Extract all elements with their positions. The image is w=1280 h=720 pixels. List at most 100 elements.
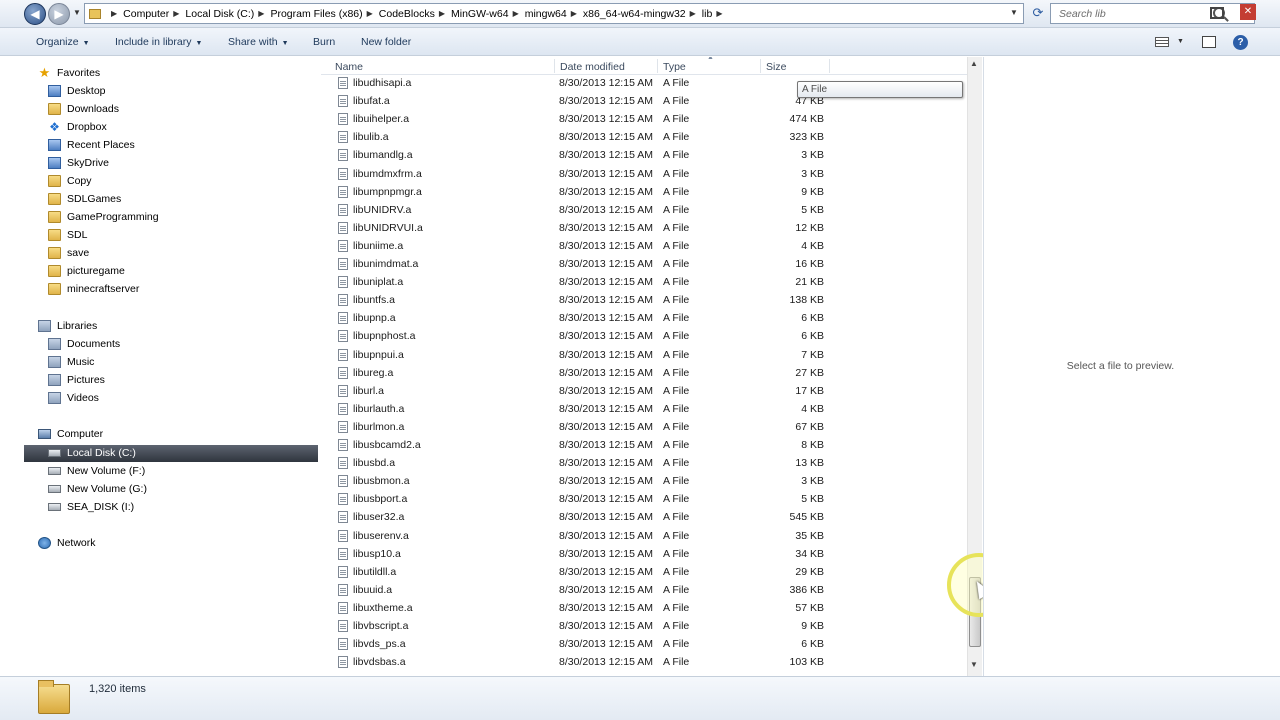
breadcrumb-mingw64[interactable]: mingw64 (525, 8, 567, 20)
chevron-right-icon[interactable]: ▶ (173, 9, 179, 18)
column-header-name[interactable]: Name (335, 61, 363, 73)
chevron-down-icon[interactable]: ▼ (1177, 38, 1184, 45)
table-row[interactable]: libusp10.a 8/30/2013 12:15 AM A File 34 KB (321, 545, 967, 563)
table-row[interactable]: libuxtheme.a 8/30/2013 12:15 AM A File 57 K… (321, 599, 967, 617)
nav-dropbox[interactable]: ❖ Dropbox (48, 119, 107, 135)
organize-button[interactable]: Organize ▼ (36, 36, 90, 48)
column-divider[interactable] (760, 59, 761, 73)
nav-picturegame[interactable]: picturegame (48, 263, 125, 279)
help-icon[interactable]: ? (1233, 35, 1248, 50)
chevron-right-icon[interactable]: ▶ (513, 9, 519, 18)
table-row[interactable]: libusbport.a 8/30/2013 12:15 AM A File 5 KB (321, 490, 967, 508)
back-button[interactable]: ◀ (24, 3, 46, 25)
breadcrumb-local-disk[interactable]: Local Disk (C:) (185, 8, 254, 20)
share-with-button[interactable]: Share with ▼ (228, 36, 289, 48)
forward-button[interactable]: ▶ (48, 3, 70, 25)
table-row[interactable]: libumpnpmgr.a 8/30/2013 12:15 AM A File 9 K… (321, 183, 967, 201)
nav-new-volume-f[interactable]: New Volume (F:) (48, 463, 145, 479)
table-row[interactable]: libuihelper.a 8/30/2013 12:15 AM A File 474… (321, 110, 967, 128)
chevron-right-icon[interactable]: ▶ (571, 9, 577, 18)
chevron-right-icon[interactable]: ▶ (367, 9, 373, 18)
table-row[interactable]: libuuid.a 8/30/2013 12:15 AM A File 386 KB (321, 581, 967, 599)
table-row[interactable]: libuniplat.a 8/30/2013 12:15 AM A File 21 K… (321, 273, 967, 291)
search-input[interactable]: Search lib (1050, 3, 1255, 24)
breadcrumb[interactable]: ▶ Computer ▶ Local Disk (C:) ▶ Program F… (84, 3, 1024, 24)
table-row[interactable]: libuntfs.a 8/30/2013 12:15 AM A File 138 KB (321, 291, 967, 309)
breadcrumb-program-files[interactable]: Program Files (x86) (270, 8, 362, 20)
table-row[interactable]: libvbscript.a 8/30/2013 12:15 AM A File 9 K… (321, 617, 967, 635)
breadcrumb-x86-64[interactable]: x86_64-w64-mingw32 (583, 8, 686, 20)
chevron-right-icon[interactable]: ▶ (439, 9, 445, 18)
nav-copy[interactable]: Copy (48, 173, 92, 189)
table-row[interactable]: liburlauth.a 8/30/2013 12:15 AM A File 4 KB (321, 400, 967, 418)
table-row[interactable]: libvdsbas.a 8/30/2013 12:15 AM A File 103 K… (321, 653, 967, 671)
nav-recent-places[interactable]: Recent Places (48, 137, 135, 153)
include-in-library-button[interactable]: Include in library ▼ (115, 36, 202, 48)
table-row[interactable]: libusbmon.a 8/30/2013 12:15 AM A File 3 KB (321, 472, 967, 490)
breadcrumb-lib[interactable]: lib (702, 8, 713, 20)
column-divider[interactable] (554, 59, 555, 73)
column-header-size[interactable]: Size (766, 61, 786, 73)
nav-libraries[interactable]: Libraries (38, 318, 97, 334)
scroll-down-icon[interactable]: ▼ (970, 660, 978, 669)
table-row[interactable]: libulib.a 8/30/2013 12:15 AM A File 323 KB (321, 128, 967, 146)
chevron-right-icon[interactable]: ▶ (690, 9, 696, 18)
nav-music[interactable]: Music (48, 354, 94, 370)
nav-documents[interactable]: Documents (48, 336, 120, 352)
change-view-icon[interactable] (1155, 37, 1169, 47)
table-row[interactable]: libvds_ps.a 8/30/2013 12:15 AM A File 6 KB (321, 635, 967, 653)
nav-minecraftserver[interactable]: minecraftserver (48, 281, 139, 297)
new-folder-button[interactable]: New folder (361, 36, 411, 48)
chevron-right-icon[interactable]: ▶ (258, 9, 264, 18)
nav-sdlgames[interactable]: SDLGames (48, 191, 121, 207)
nav-downloads[interactable]: Downloads (48, 101, 119, 117)
nav-desktop[interactable]: Desktop (48, 83, 106, 99)
nav-videos[interactable]: Videos (48, 390, 99, 406)
nav-sea-disk[interactable]: SEA_DISK (I:) (48, 499, 134, 515)
nav-save[interactable]: save (48, 245, 89, 261)
refresh-icon[interactable]: ⟳ (1030, 5, 1046, 21)
nav-computer[interactable]: Computer (38, 426, 103, 442)
table-row[interactable]: libureg.a 8/30/2013 12:15 AM A File 27 KB (321, 364, 967, 382)
breadcrumb-codeblocks[interactable]: CodeBlocks (379, 8, 435, 20)
nav-favorites[interactable]: ★ Favorites (38, 65, 101, 81)
chevron-right-icon[interactable]: ▶ (111, 9, 117, 18)
table-row[interactable]: liburl.a 8/30/2013 12:15 AM A File 17 KB (321, 382, 967, 400)
address-history-dropdown-icon[interactable]: ▼ (1010, 8, 1018, 17)
table-row[interactable]: libumdmxfrm.a 8/30/2013 12:15 AM A File 3 K… (321, 165, 967, 183)
table-row[interactable]: liburlmon.a 8/30/2013 12:15 AM A File 67 KB (321, 418, 967, 436)
column-header-date[interactable]: Date modified (560, 61, 625, 73)
nav-sdl[interactable]: SDL (48, 227, 87, 243)
breadcrumb-computer[interactable]: Computer (123, 8, 169, 20)
recent-pages-dropdown-icon[interactable]: ▼ (73, 8, 81, 17)
nav-local-disk[interactable]: Local Disk (C:) (48, 445, 136, 461)
nav-pictures[interactable]: Pictures (48, 372, 105, 388)
table-row[interactable]: libUNIDRV.a 8/30/2013 12:15 AM A File 5 KB (321, 201, 967, 219)
table-row[interactable]: libusbcamd2.a 8/30/2013 12:15 AM A File 8 K… (321, 436, 967, 454)
nav-gameprogramming[interactable]: GameProgramming (48, 209, 159, 225)
table-row[interactable]: libupnpui.a 8/30/2013 12:15 AM A File 7 KB (321, 346, 967, 364)
table-row[interactable]: libuser32.a 8/30/2013 12:15 AM A File 545 K… (321, 508, 967, 526)
nav-network[interactable]: Network (38, 535, 96, 551)
table-row[interactable]: libUNIDRVUI.a 8/30/2013 12:15 AM A File 12 … (321, 219, 967, 237)
column-header-type[interactable]: Type (663, 61, 686, 73)
chevron-right-icon[interactable]: ▶ (716, 9, 722, 18)
close-icon[interactable]: ✕ (1240, 4, 1256, 20)
column-divider[interactable] (829, 59, 830, 73)
table-row[interactable]: libusbd.a 8/30/2013 12:15 AM A File 13 KB (321, 454, 967, 472)
preview-pane-icon[interactable] (1202, 36, 1216, 48)
table-row[interactable]: libunimdmat.a 8/30/2013 12:15 AM A File 16 … (321, 255, 967, 273)
table-row[interactable]: libupnphost.a 8/30/2013 12:15 AM A File 6 K… (321, 327, 967, 345)
table-row[interactable]: libumandlg.a 8/30/2013 12:15 AM A File 3 KB (321, 146, 967, 164)
breadcrumb-mingw-w64[interactable]: MinGW-w64 (451, 8, 509, 20)
maximize-icon[interactable] (1210, 7, 1224, 19)
nav-skydrive[interactable]: SkyDrive (48, 155, 109, 171)
table-row[interactable]: libuniime.a 8/30/2013 12:15 AM A File 4 KB (321, 237, 967, 255)
nav-new-volume-g[interactable]: New Volume (G:) (48, 481, 147, 497)
table-row[interactable]: libutildll.a 8/30/2013 12:15 AM A File 29 K… (321, 563, 967, 581)
table-row[interactable]: libupnp.a 8/30/2013 12:15 AM A File 6 KB (321, 309, 967, 327)
scroll-up-icon[interactable]: ▲ (970, 59, 978, 68)
table-row[interactable]: libuserenv.a 8/30/2013 12:15 AM A File 35 K… (321, 527, 967, 545)
column-divider[interactable] (657, 59, 658, 73)
burn-button[interactable]: Burn (313, 36, 335, 48)
